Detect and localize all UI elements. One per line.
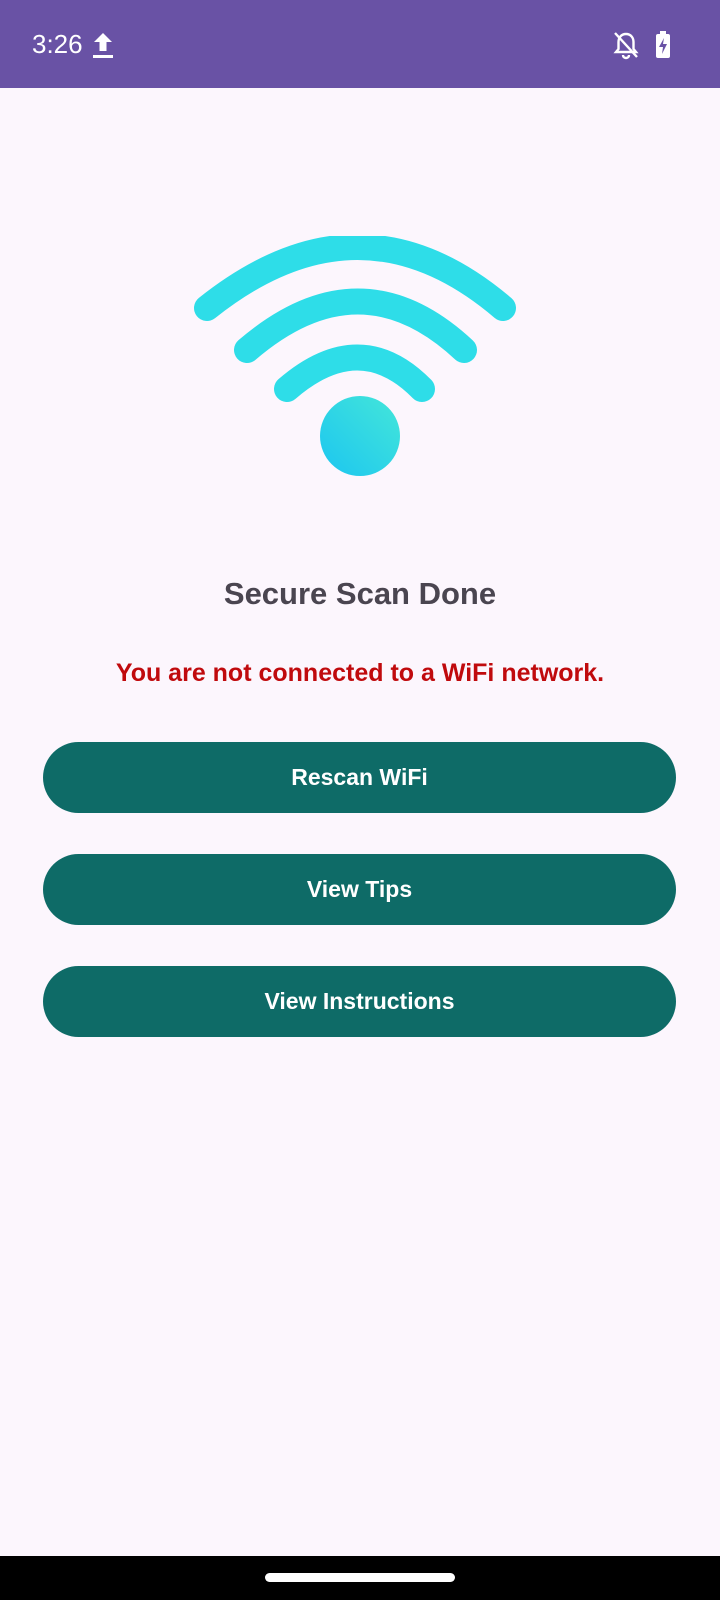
connection-warning: You are not connected to a WiFi network. <box>115 659 605 687</box>
wifi-icon <box>194 236 516 476</box>
home-handle[interactable] <box>265 1573 455 1582</box>
status-time: 3:26 <box>32 29 83 59</box>
navigation-bar <box>0 1556 720 1600</box>
rescan-wifi-button[interactable]: Rescan WiFi <box>43 742 676 813</box>
upload-icon <box>93 33 113 58</box>
main-content: Secure Scan Done You are not connected t… <box>0 88 720 1556</box>
status-bar: 3:26 <box>0 0 720 88</box>
battery-charging-icon <box>656 31 670 58</box>
bell-off-icon <box>613 32 639 60</box>
view-instructions-button[interactable]: View Instructions <box>43 966 676 1037</box>
scan-status-title: Secure Scan Done <box>223 576 497 611</box>
view-tips-button[interactable]: View Tips <box>43 854 676 925</box>
